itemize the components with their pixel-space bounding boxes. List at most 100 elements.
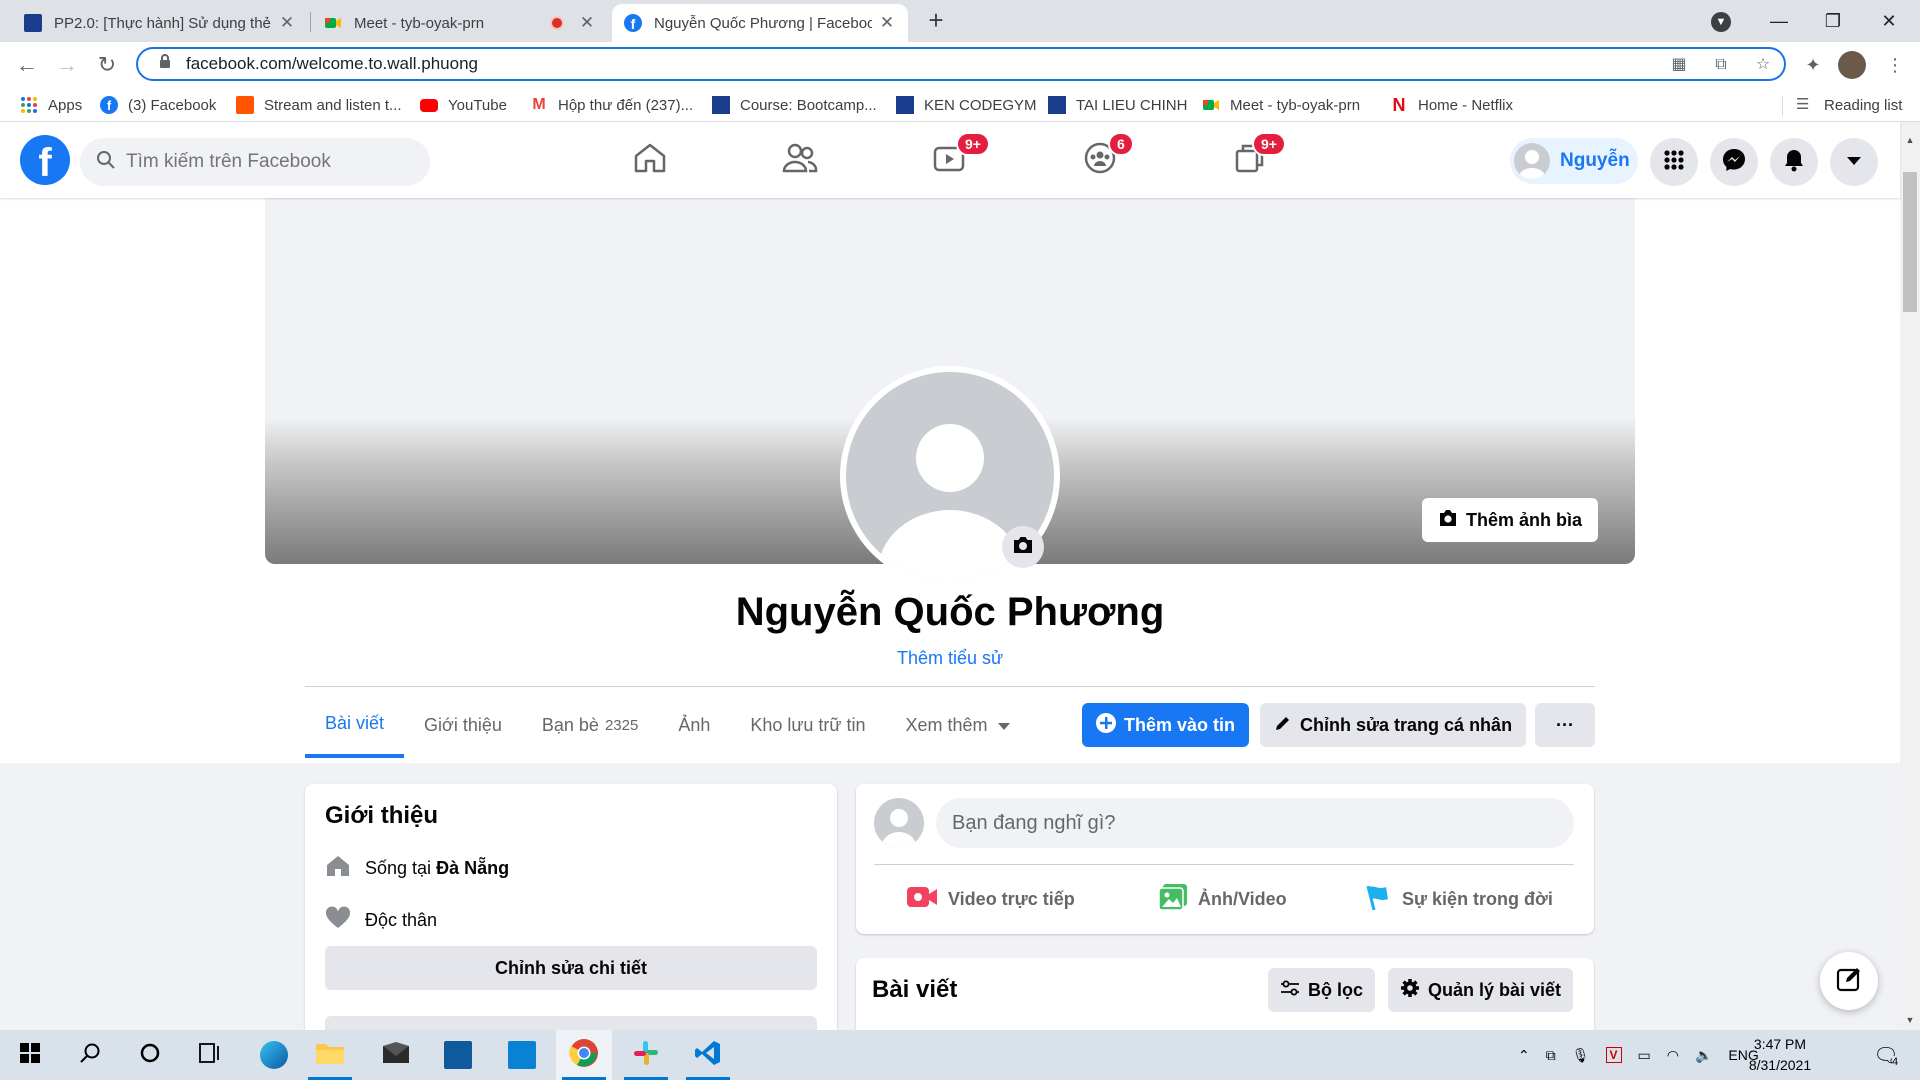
bookmark-tai-lieu[interactable]: TAI LIEU CHINH: [1048, 94, 1187, 116]
manage-posts-button[interactable]: Quản lý bài viết: [1388, 968, 1574, 1012]
edit-profile-button[interactable]: Chỉnh sửa trang cá nhân: [1260, 703, 1527, 747]
edge-app[interactable]: [246, 1030, 302, 1080]
account-button[interactable]: [1830, 138, 1878, 186]
profile-avatar[interactable]: [1838, 51, 1866, 79]
filter-button[interactable]: Bộ lọc: [1268, 968, 1376, 1012]
menu-icon[interactable]: ⋮: [1880, 50, 1910, 80]
search-input[interactable]: [126, 151, 406, 173]
address-bar[interactable]: facebook.com/welcome.to.wall.phuong ▦ ⧉ …: [136, 47, 1786, 81]
cortana-button[interactable]: [122, 1030, 178, 1080]
nav-gaming[interactable]: 9+: [1190, 132, 1310, 188]
new-tab-button[interactable]: +: [922, 6, 950, 34]
tab-story-archive[interactable]: Kho lưu trữ tin: [730, 692, 885, 758]
chevron-up-icon[interactable]: ⌃: [1518, 1047, 1530, 1064]
start-button[interactable]: [2, 1030, 58, 1080]
menu-button[interactable]: [1650, 138, 1698, 186]
messenger-button[interactable]: [1710, 138, 1758, 186]
close-icon[interactable]: ✕: [578, 13, 596, 33]
blue-app[interactable]: [494, 1030, 550, 1080]
network-device-icon[interactable]: ⧉: [1546, 1047, 1556, 1064]
pencil-icon: [1274, 714, 1292, 737]
star-icon[interactable]: ☆: [1752, 54, 1774, 76]
bookmark-gmail[interactable]: M Hộp thư đến (237)...: [530, 94, 693, 116]
mail-app[interactable]: [368, 1030, 424, 1080]
bookmark-netflix[interactable]: N Home - Netflix: [1390, 94, 1514, 116]
restore-button[interactable]: ❐: [1810, 0, 1856, 42]
tab-meet[interactable]: Meet - tyb-oyak-prn ✕: [312, 4, 608, 42]
nav-groups[interactable]: 6: [1040, 132, 1160, 188]
profile-picture[interactable]: [840, 366, 1060, 586]
bookmark-course[interactable]: Course: Bootcamp...: [712, 94, 877, 116]
add-cover-photo-button[interactable]: Thêm ảnh bìa: [1422, 498, 1599, 542]
tab-more[interactable]: Xem thêm: [886, 692, 1030, 758]
minimize-button[interactable]: —: [1756, 0, 1802, 42]
lives-in-city[interactable]: Đà Nẵng: [436, 858, 509, 879]
nav-home[interactable]: [590, 132, 710, 188]
microphone-icon[interactable]: 🎙: [1572, 1047, 1590, 1064]
forward-button[interactable]: →: [52, 50, 82, 80]
scroll-down-icon[interactable]: ▼: [1900, 1012, 1920, 1028]
photo-video-button[interactable]: Ảnh/Video: [1158, 880, 1287, 918]
profile-shortcut[interactable]: Nguyễn: [1510, 138, 1638, 184]
antivirus-icon[interactable]: V: [1605, 1047, 1622, 1063]
action-center-button[interactable]: 🗨 4: [1858, 1030, 1914, 1080]
add-cover-label: Thêm ảnh bìa: [1466, 509, 1583, 530]
add-to-story-button[interactable]: Thêm vào tin: [1082, 703, 1250, 747]
scroll-up-icon[interactable]: ▲: [1900, 132, 1920, 148]
bookmark-youtube[interactable]: YouTube: [420, 94, 507, 116]
notifications-button[interactable]: [1770, 138, 1818, 186]
add-bio-link[interactable]: Thêm tiểu sử: [0, 648, 1900, 669]
tab-friends[interactable]: Bạn bè 2325: [522, 692, 658, 758]
nav-friends[interactable]: [740, 132, 860, 188]
back-button[interactable]: ←: [12, 50, 42, 80]
cortana-icon: [139, 1042, 161, 1069]
reload-button[interactable]: ↻: [92, 50, 122, 80]
speaker-icon[interactable]: 🔈: [1695, 1047, 1712, 1064]
clock[interactable]: 3:47 PM 8/31/2021: [1740, 1034, 1820, 1076]
more-options-button[interactable]: ···: [1535, 703, 1595, 747]
bookmark-facebook[interactable]: f (3) Facebook: [100, 94, 216, 116]
nav-watch[interactable]: 9+: [890, 132, 1010, 188]
close-window-button[interactable]: ✕: [1866, 0, 1912, 42]
flag-icon: [1364, 883, 1392, 916]
apps-grid-icon[interactable]: ▦: [1668, 54, 1690, 76]
gmail-icon: M: [532, 96, 546, 113]
reading-list-icon: ☰: [1796, 96, 1810, 113]
bookmark-soundcloud[interactable]: Stream and listen t...: [236, 94, 402, 116]
chrome-app[interactable]: [556, 1030, 612, 1080]
update-profile-picture-button[interactable]: [1002, 526, 1044, 568]
tab-pp2[interactable]: PP2.0: [Thực hành] Sử dụng thẻ ✕: [12, 4, 308, 42]
whats-on-your-mind-input[interactable]: Bạn đang nghĩ gì?: [936, 798, 1574, 848]
close-icon[interactable]: ✕: [278, 13, 296, 33]
new-message-button[interactable]: [1820, 952, 1878, 1010]
composer-avatar[interactable]: [874, 798, 924, 848]
file-explorer-app[interactable]: [302, 1030, 358, 1080]
tab-about[interactable]: Giới thiệu: [404, 692, 522, 758]
tab-facebook[interactable]: f Nguyễn Quốc Phương | Facebook ✕: [612, 4, 908, 42]
edit-details-button[interactable]: Chỉnh sửa chi tiết: [325, 946, 817, 990]
task-view-button[interactable]: [182, 1030, 238, 1080]
tab-posts[interactable]: Bài viết: [305, 692, 405, 758]
dell-app[interactable]: [430, 1030, 486, 1080]
slack-app[interactable]: [618, 1030, 674, 1080]
facebook-search[interactable]: [80, 138, 430, 186]
wifi-icon[interactable]: ◠: [1667, 1047, 1679, 1064]
bookmark-apps[interactable]: Apps: [20, 94, 82, 116]
manage-posts-label: Quản lý bài viết: [1428, 979, 1562, 1000]
bookmark-meet[interactable]: Meet - tyb-oyak-prn: [1202, 94, 1360, 116]
bookmark-ken-codegym[interactable]: KEN CODEGYM: [896, 94, 1037, 116]
tab-search-button[interactable]: ▼: [1698, 0, 1744, 42]
battery-icon[interactable]: ▭: [1638, 1047, 1651, 1064]
search-button[interactable]: [62, 1030, 118, 1080]
url-text[interactable]: facebook.com/welcome.to.wall.phuong: [186, 54, 478, 74]
live-video-button[interactable]: Video trực tiếp: [906, 880, 1075, 918]
life-event-button[interactable]: Sự kiện trong đời: [1364, 880, 1553, 918]
facebook-logo[interactable]: f: [20, 135, 70, 185]
scrollbar-thumb[interactable]: [1903, 172, 1917, 312]
vscode-app[interactable]: [680, 1030, 736, 1080]
close-icon[interactable]: ✕: [878, 13, 896, 33]
reading-list[interactable]: ☰ Reading list: [1796, 94, 1902, 116]
tab-photos[interactable]: Ảnh: [658, 692, 730, 758]
translate-icon[interactable]: ⧉: [1710, 54, 1732, 76]
extensions-icon[interactable]: ✦: [1798, 50, 1828, 80]
